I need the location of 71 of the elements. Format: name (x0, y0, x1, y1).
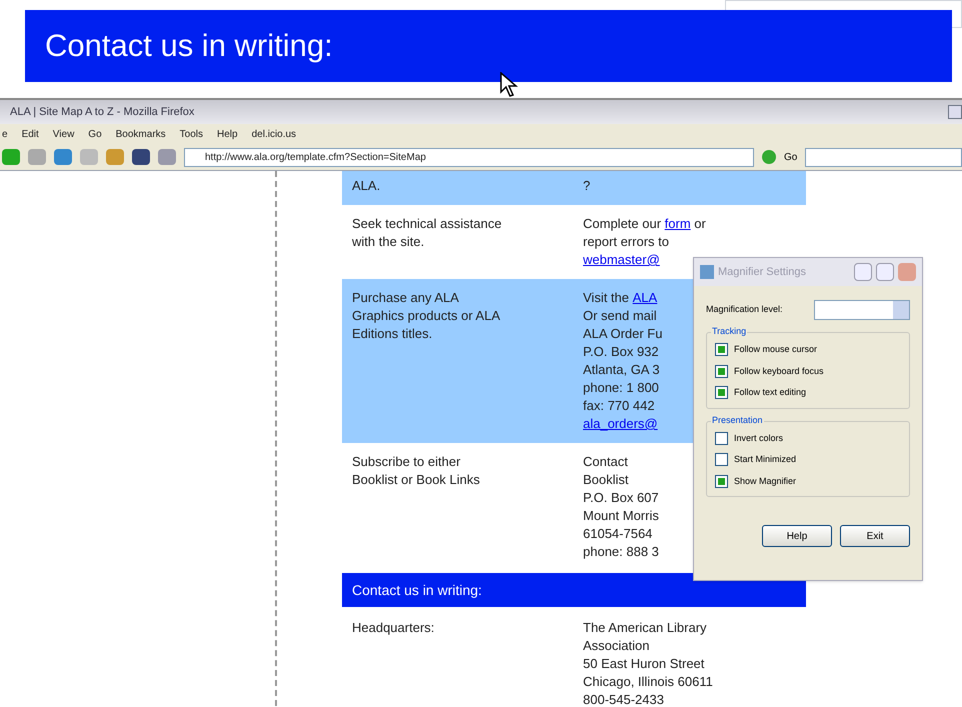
option-label: Invert colors (734, 432, 784, 444)
minimize-button[interactable] (948, 105, 962, 119)
cell-text: P.O. Box 607 (583, 489, 659, 507)
cell-text: Headquarters: (352, 619, 436, 637)
option-label: Show Magnifier (734, 474, 796, 488)
cell-text: Editions titles. (352, 325, 434, 343)
cell-text: 50 East Huron Street (583, 655, 704, 673)
menu-item[interactable]: Edit (22, 126, 39, 142)
cell-text: P.O. Box 932 (583, 343, 659, 361)
checkbox[interactable] (715, 386, 728, 400)
cell-text: Purchase any ALA (352, 289, 460, 307)
menu-item[interactable]: View (52, 126, 74, 142)
level-dropdown[interactable] (814, 300, 910, 320)
cell-text: Complete our (583, 215, 662, 233)
cell-text: Booklist or Book Links (352, 471, 481, 489)
checkbox[interactable] (715, 364, 728, 378)
dialog-button[interactable]: Help (762, 525, 832, 547)
cell-text: Subscribe to either (352, 453, 462, 471)
cell-text: Visit the (583, 289, 630, 307)
link[interactable]: form (664, 215, 691, 233)
cell-text: Mount Morris (583, 507, 659, 525)
checkbox[interactable] (715, 453, 728, 466)
menu-item[interactable]: Help (217, 126, 238, 142)
cell-text: Atlanta, GA 3 (583, 361, 660, 379)
menu-item[interactable]: Tools (180, 126, 204, 142)
window-title: ALA | Site Map A to Z - Mozilla Firefox (10, 104, 194, 120)
cell-text: phone: 1 800 (583, 379, 659, 397)
cell-text: Contact (583, 453, 628, 471)
checkbox[interactable] (715, 343, 728, 356)
option-label: Start Minimized (734, 453, 796, 466)
cell-text: or (693, 215, 706, 233)
cell-text: fax: 770 442 (583, 397, 655, 415)
close-button[interactable] (898, 263, 916, 281)
menu-item[interactable]: e (2, 126, 8, 142)
option-label: Follow mouse cursor (734, 343, 818, 356)
cell-text: ALA. (352, 177, 382, 195)
link[interactable]: ala_orders@ (583, 415, 658, 433)
cell-text: Booklist (583, 471, 629, 489)
maximize-button[interactable] (876, 263, 894, 281)
header-text: Contact us in writing: (352, 580, 482, 600)
search-field[interactable] (805, 148, 962, 166)
address-field[interactable]: http://www.ala.org/template.cfm?Section=SiteMap (184, 148, 754, 166)
cell-text: phone: 888 3 (583, 543, 659, 561)
cell-text: ALA Order Fu (583, 325, 662, 343)
cell-text: with the site. (352, 233, 426, 251)
field-label: Magnification level: (706, 303, 783, 316)
cell-text: 800-545-2433 (583, 691, 664, 706)
group-title: Tracking (711, 325, 748, 338)
cell-text: The American Library (583, 619, 707, 637)
checkbox[interactable] (715, 432, 728, 445)
checkbox[interactable] (715, 474, 728, 488)
menu-item[interactable]: Go (88, 126, 102, 142)
cell-text: Seek technical assistance (352, 215, 503, 233)
cell-text: report errors to (583, 233, 669, 251)
dialog-title: Magnifier Settings (718, 264, 808, 280)
go-button[interactable]: Go (784, 150, 798, 164)
cell-text: ? (583, 177, 590, 195)
link[interactable]: ALA (632, 289, 658, 307)
cell-text: Or send mail (583, 307, 657, 325)
banner-heading: Contact us in writing: (45, 26, 333, 65)
menu-item[interactable]: Bookmarks (116, 126, 166, 142)
cell-text: Graphics products or ALA (352, 307, 502, 325)
option-label: Follow text editing (734, 386, 806, 399)
link[interactable]: webmaster@ (583, 251, 660, 269)
dialog-button[interactable]: Exit (840, 525, 910, 547)
cell-text: Association (583, 637, 650, 655)
menu-item[interactable]: del.icio.us (252, 126, 296, 142)
minimize-button[interactable] (854, 263, 872, 281)
cell-text: 61054-7564 (583, 525, 652, 543)
cell-text: Chicago, Illinois 60611 (583, 673, 713, 691)
option-label: Follow keyboard focus (734, 364, 824, 378)
